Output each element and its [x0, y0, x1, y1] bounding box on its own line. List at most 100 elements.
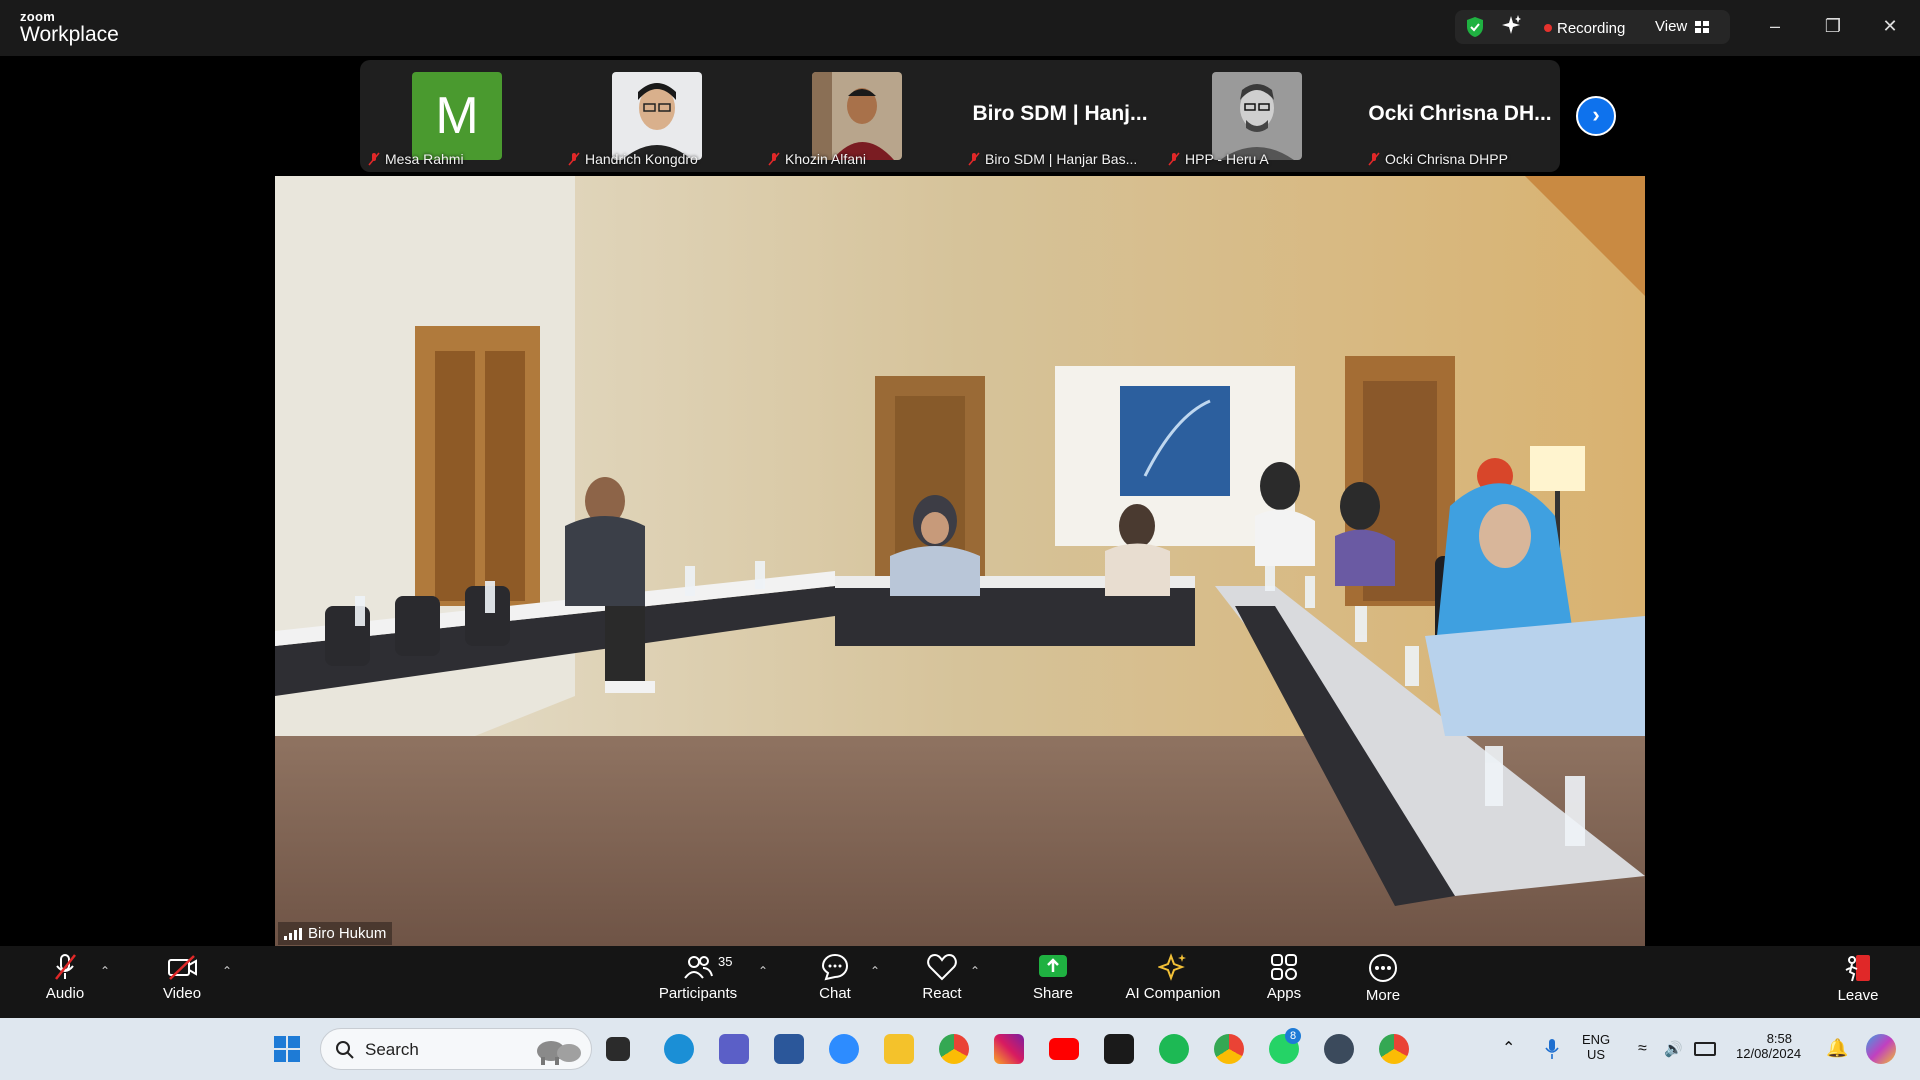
ai-sparkle-icon[interactable] [1500, 14, 1522, 36]
language-indicator[interactable]: ENG US [1582, 1032, 1610, 1062]
mic-muted-icon [768, 152, 780, 166]
heart-icon [927, 953, 957, 981]
youtube-icon[interactable] [1049, 1038, 1079, 1060]
video-options-caret-icon[interactable]: ⌃ [222, 964, 232, 978]
view-label: View [1655, 18, 1688, 35]
apps-label: Apps [1266, 985, 1302, 1002]
view-button[interactable]: View [1655, 18, 1710, 35]
avatar: M [412, 72, 502, 160]
speaker-name: Biro Hukum [308, 925, 387, 942]
ai-companion-label: AI Companion [1125, 985, 1221, 1002]
game-app-icon[interactable] [1324, 1034, 1354, 1064]
task-view-icon[interactable] [606, 1037, 630, 1061]
file-explorer-icon[interactable] [884, 1034, 914, 1064]
participant-video [1212, 72, 1302, 160]
participant-tile[interactable]: Biro SDM | Hanj... Biro SDM | Hanjar Bas… [960, 60, 1160, 172]
participant-name: Biro SDM | Hanjar Bas... [985, 151, 1138, 167]
wifi-icon[interactable]: ≈ [1638, 1040, 1647, 1058]
recording-dot-icon [1544, 24, 1552, 32]
zoom-logo: zoom Workplace [20, 10, 119, 45]
participant-name: Handrich Kongdro [585, 151, 698, 167]
react-button[interactable]: React [915, 952, 969, 1002]
notification-bell-icon[interactable]: 🔔 [1826, 1038, 1848, 1059]
chrome-icon[interactable] [939, 1034, 969, 1064]
volume-icon[interactable]: 🔊 [1664, 1040, 1683, 1058]
teams-icon[interactable] [719, 1034, 749, 1064]
next-page-arrow-icon[interactable]: › [1576, 96, 1616, 136]
chat-label: Chat [819, 985, 851, 1002]
participant-video [612, 72, 702, 160]
close-icon[interactable]: ✕ [1872, 12, 1908, 40]
participant-name: Mesa Rahmi [385, 151, 464, 167]
leave-button[interactable]: Leave [1836, 952, 1880, 1004]
taskbar-search-box[interactable]: Search [320, 1028, 592, 1070]
leave-label: Leave [1837, 987, 1879, 1004]
participants-count: 35 [718, 954, 733, 969]
clock-time: 8:58 [1766, 1031, 1792, 1046]
participants-label: Participants [658, 985, 738, 1002]
participant-display-name: Biro SDM | Hanj... [972, 102, 1148, 125]
search-placeholder: Search [365, 1040, 419, 1059]
language-bottom: US [1587, 1047, 1606, 1062]
show-hidden-icons-chevron-icon[interactable]: ⌃ [1502, 1038, 1515, 1058]
mic-muted-icon [55, 954, 76, 980]
audio-options-caret-icon[interactable]: ⌃ [100, 964, 110, 978]
chat-options-caret-icon[interactable]: ⌃ [870, 964, 880, 978]
participants-options-caret-icon[interactable]: ⌃ [758, 964, 768, 978]
mic-muted-icon [1368, 152, 1380, 166]
language-top: ENG [1582, 1032, 1611, 1047]
instagram-icon[interactable] [994, 1034, 1024, 1064]
ai-companion-button[interactable]: AI Companion [1120, 952, 1226, 1002]
mic-muted-icon [968, 152, 980, 166]
windows-start-icon[interactable] [272, 1034, 302, 1064]
search-icon [336, 1041, 354, 1059]
security-shield-icon[interactable] [1465, 16, 1485, 38]
microphone-tray-icon[interactable] [1544, 1038, 1560, 1060]
video-button[interactable]: Video [156, 952, 208, 1002]
chrome-work-icon[interactable] [1379, 1034, 1409, 1064]
mic-muted-icon [568, 152, 580, 166]
whatsapp-badge: 8 [1285, 1028, 1301, 1044]
participant-tile[interactable]: Handrich Kongdro [560, 60, 760, 172]
edge-browser-icon[interactable] [664, 1034, 694, 1064]
restore-icon[interactable]: ❐ [1815, 12, 1851, 40]
sticky-notes-icon[interactable] [1104, 1034, 1134, 1064]
mic-muted-icon [1168, 152, 1180, 166]
avatar-letter: M [435, 87, 479, 145]
apps-button[interactable]: Apps [1262, 952, 1306, 1002]
audio-label: Audio [45, 985, 85, 1002]
leave-icon [1845, 955, 1870, 982]
signal-strength-icon [284, 927, 302, 940]
clock[interactable]: 8:58 12/08/2024 [1736, 1031, 1802, 1061]
participant-thumbnail-strip: M Mesa Rahmi Handrich Kongdro Khozin Alf… [360, 60, 1560, 172]
mic-muted-icon [368, 152, 380, 166]
participants-icon [684, 956, 713, 979]
participant-name: Khozin Alfani [785, 151, 866, 167]
minimize-icon[interactable]: – [1757, 12, 1793, 40]
chat-icon [821, 953, 849, 981]
battery-icon[interactable] [1694, 1042, 1716, 1056]
more-label: More [1365, 987, 1401, 1004]
share-button[interactable]: Share [1027, 952, 1079, 1002]
participant-tile[interactable]: M Mesa Rahmi [360, 60, 560, 172]
spotify-icon[interactable] [1159, 1034, 1189, 1064]
recording-label[interactable]: Recording [1557, 20, 1625, 37]
word-icon[interactable] [774, 1034, 804, 1064]
participant-tile[interactable]: HPP - Heru A [1160, 60, 1360, 172]
more-button[interactable]: More [1360, 952, 1406, 1004]
react-options-caret-icon[interactable]: ⌃ [970, 964, 980, 978]
participant-display-name: Ocki Chrisna DH... [1368, 102, 1552, 125]
windows-taskbar: Search 8 ⌃ ENG US ≈ 🔊 8:58 12/08/2024 🔔 [0, 1018, 1920, 1080]
participant-name: HPP - Heru A [1185, 151, 1269, 167]
audio-button[interactable]: Audio [40, 952, 90, 1002]
copilot-icon[interactable] [1866, 1034, 1896, 1064]
clock-date: 12/08/2024 [1736, 1046, 1802, 1061]
participant-tile[interactable]: Ocki Chrisna DH... Ocki Chrisna DHPP [1360, 60, 1560, 172]
elephant-widget-icon [537, 1041, 581, 1065]
ai-companion-sparkle-icon [1158, 953, 1186, 981]
chat-button[interactable]: Chat [810, 952, 860, 1002]
main-video-feed[interactable] [275, 176, 1645, 946]
zoom-app-icon[interactable] [829, 1034, 859, 1064]
participant-tile[interactable]: Khozin Alfani [760, 60, 960, 172]
chrome-profile-icon[interactable] [1214, 1034, 1244, 1064]
